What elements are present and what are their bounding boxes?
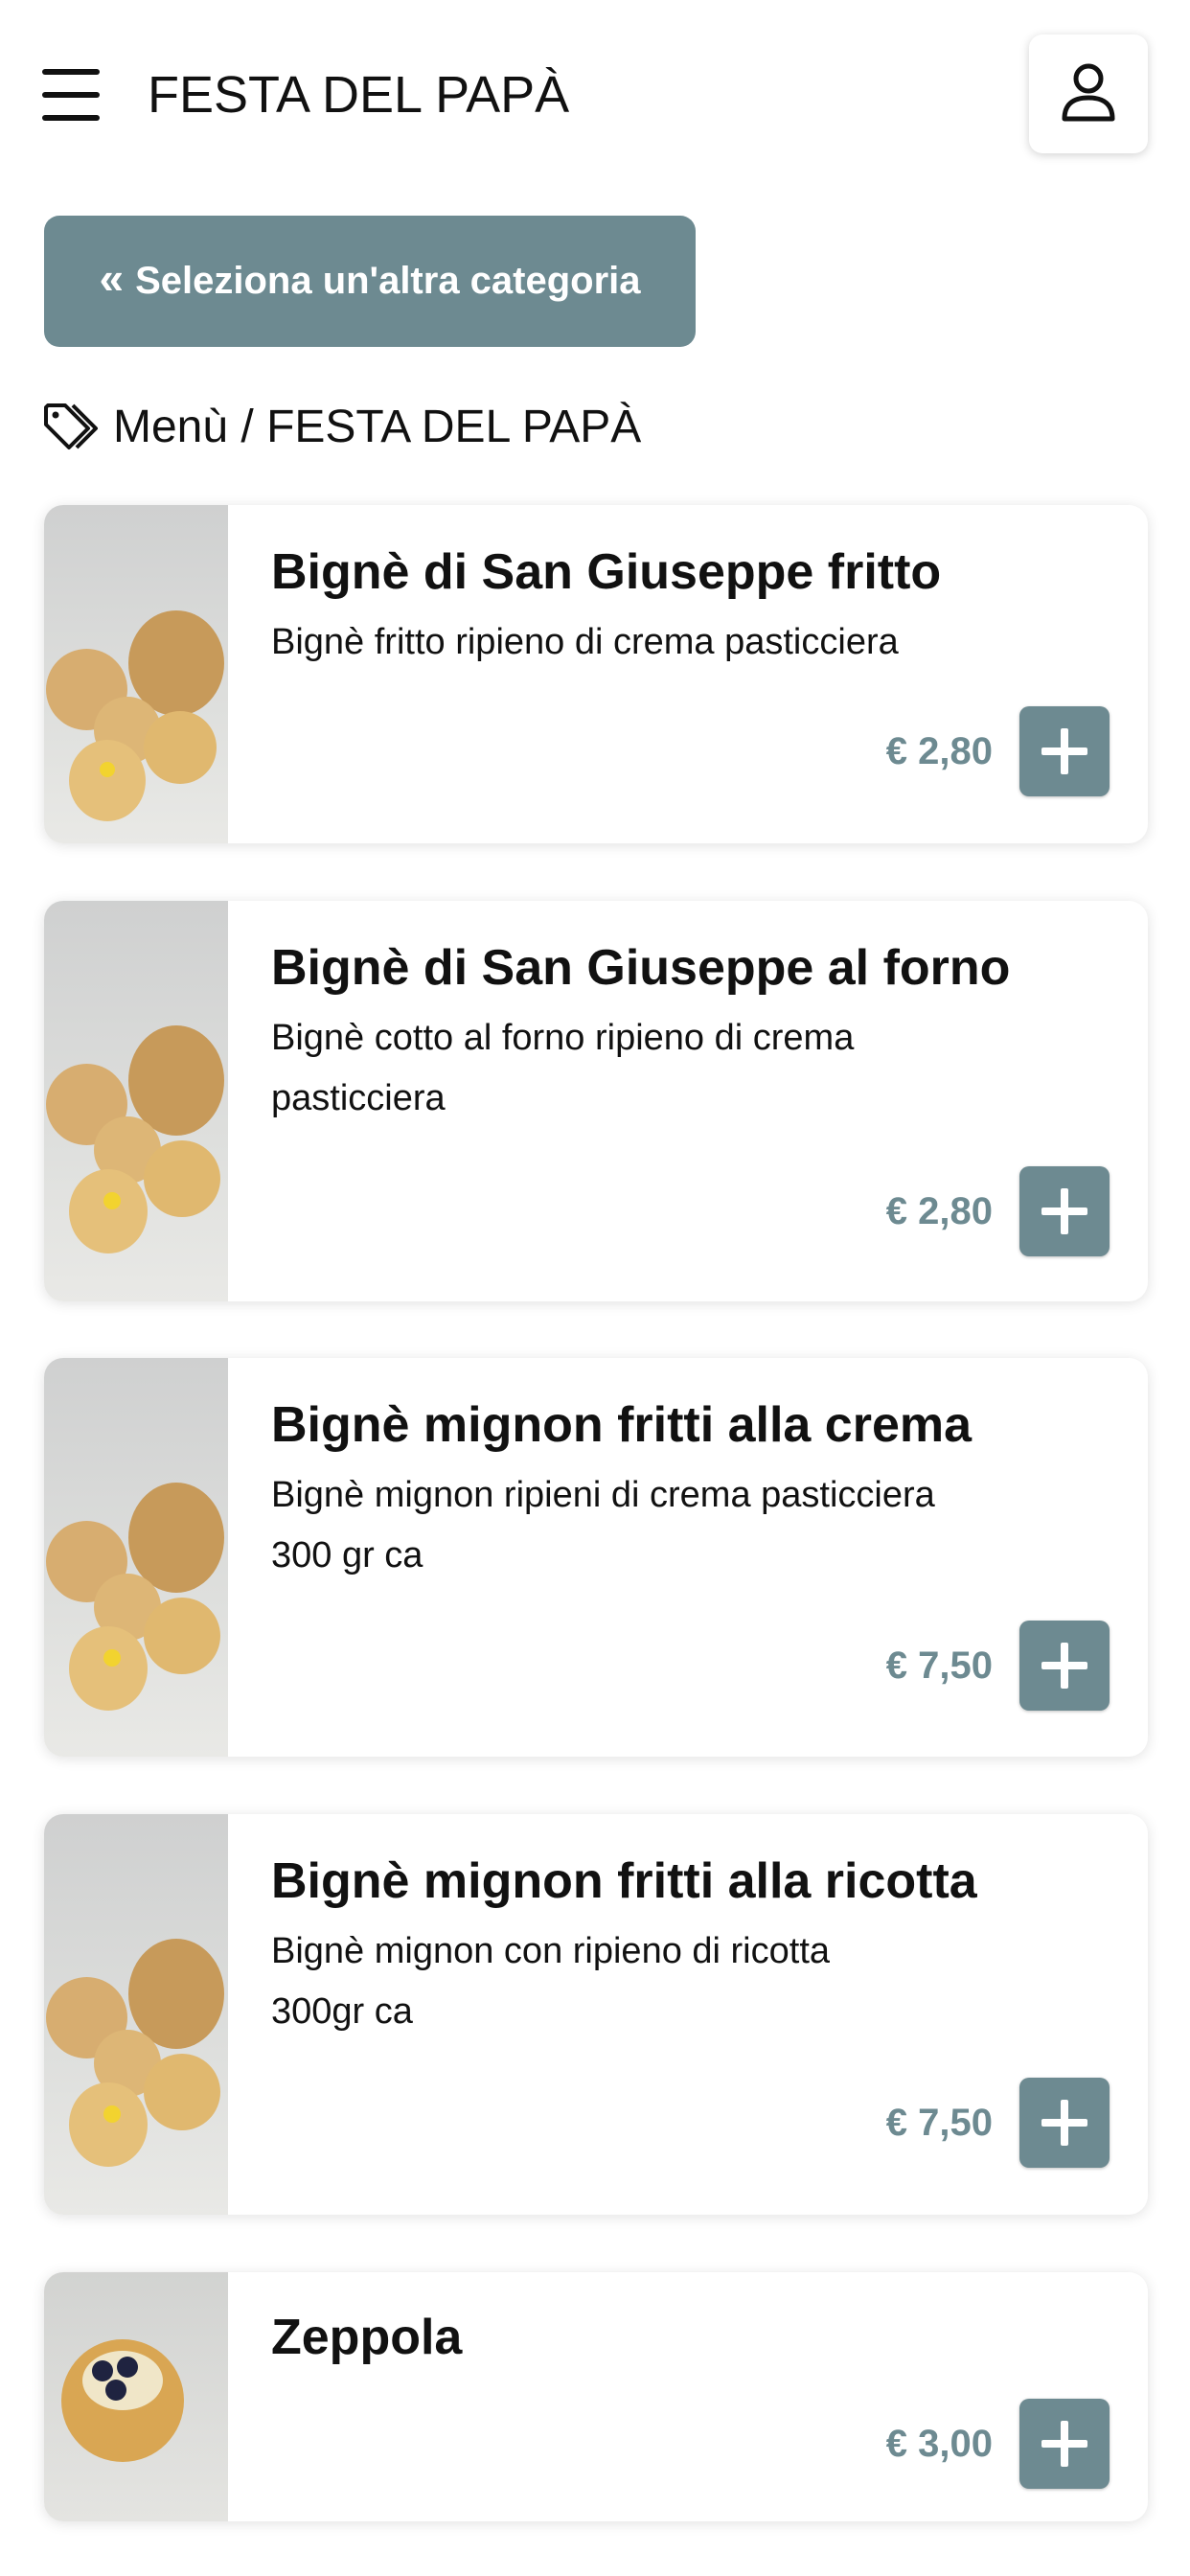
product-price: € 7,50	[885, 1644, 993, 1687]
add-to-cart-button[interactable]	[1019, 2399, 1110, 2489]
tag-icon	[44, 403, 98, 449]
product-description: Bignè mignon ripieni di crema pasticcier…	[271, 1475, 935, 1576]
add-to-cart-button[interactable]	[1019, 2078, 1110, 2168]
add-to-cart-button[interactable]	[1019, 706, 1110, 796]
page: FESTA DEL PAPÀ « Seleziona un'altra cate…	[0, 0, 1190, 2576]
product-info: Zeppola	[271, 2272, 1110, 2521]
product-card[interactable]: Bignè mignon fritti alla crema Bignè mig…	[44, 1358, 1148, 1757]
product-name: Zeppola	[271, 2310, 463, 2365]
product-price: € 7,50	[885, 2102, 993, 2144]
breadcrumb-path: Menù / FESTA DEL PAPÀ	[113, 401, 642, 452]
add-to-cart-button[interactable]	[1019, 1621, 1110, 1711]
user-account-button[interactable]	[1029, 34, 1148, 153]
product-name: Bignè mignon fritti alla crema	[271, 1397, 973, 1453]
product-price: € 2,80	[885, 1190, 993, 1232]
select-other-category-label: Seleziona un'altra categoria	[135, 260, 641, 302]
product-price: € 3,00	[885, 2423, 993, 2465]
product-name: Bignè di San Giuseppe fritto	[271, 544, 942, 600]
product-price: € 2,80	[885, 730, 993, 772]
app-header: FESTA DEL PAPÀ	[0, 0, 1190, 192]
product-card[interactable]: Zeppola € 3,00	[44, 2272, 1148, 2521]
user-icon	[1062, 63, 1115, 122]
hamburger-menu-icon[interactable]	[42, 69, 100, 121]
add-to-cart-button[interactable]	[1019, 1166, 1110, 1256]
product-image	[44, 1358, 228, 1757]
product-description: Bignè fritto ripieno di crema pasticcier…	[271, 622, 899, 662]
product-description: Bignè cotto al forno ripieno di crema pa…	[271, 1018, 855, 1118]
double-chevron-left-icon: «	[99, 253, 125, 303]
product-image	[44, 2272, 228, 2521]
product-description: Bignè mignon con ripieno di ricotta 300g…	[271, 1931, 831, 2032]
product-image	[44, 1814, 228, 2215]
product-name: Bignè di San Giuseppe al forno	[271, 940, 1011, 996]
product-card[interactable]: Bignè mignon fritti alla ricotta Bignè m…	[44, 1814, 1148, 2215]
select-other-category-button[interactable]: « Seleziona un'altra categoria	[44, 216, 696, 347]
product-card[interactable]: Bignè di San Giuseppe fritto Bignè fritt…	[44, 505, 1148, 843]
product-info: Bignè di San Giuseppe fritto Bignè fritt…	[271, 505, 1110, 843]
page-title: FESTA DEL PAPÀ	[148, 66, 570, 124]
product-info: Bignè mignon fritti alla ricotta Bignè m…	[271, 1814, 1110, 2215]
product-info: Bignè mignon fritti alla crema Bignè mig…	[271, 1358, 1110, 1757]
product-card[interactable]: Bignè di San Giuseppe al forno Bignè cot…	[44, 901, 1148, 1301]
product-image	[44, 901, 228, 1301]
product-image	[44, 505, 228, 843]
breadcrumb: Menù / FESTA DEL PAPÀ	[42, 393, 641, 460]
product-info: Bignè di San Giuseppe al forno Bignè cot…	[271, 901, 1110, 1301]
product-name: Bignè mignon fritti alla ricotta	[271, 1853, 977, 1909]
